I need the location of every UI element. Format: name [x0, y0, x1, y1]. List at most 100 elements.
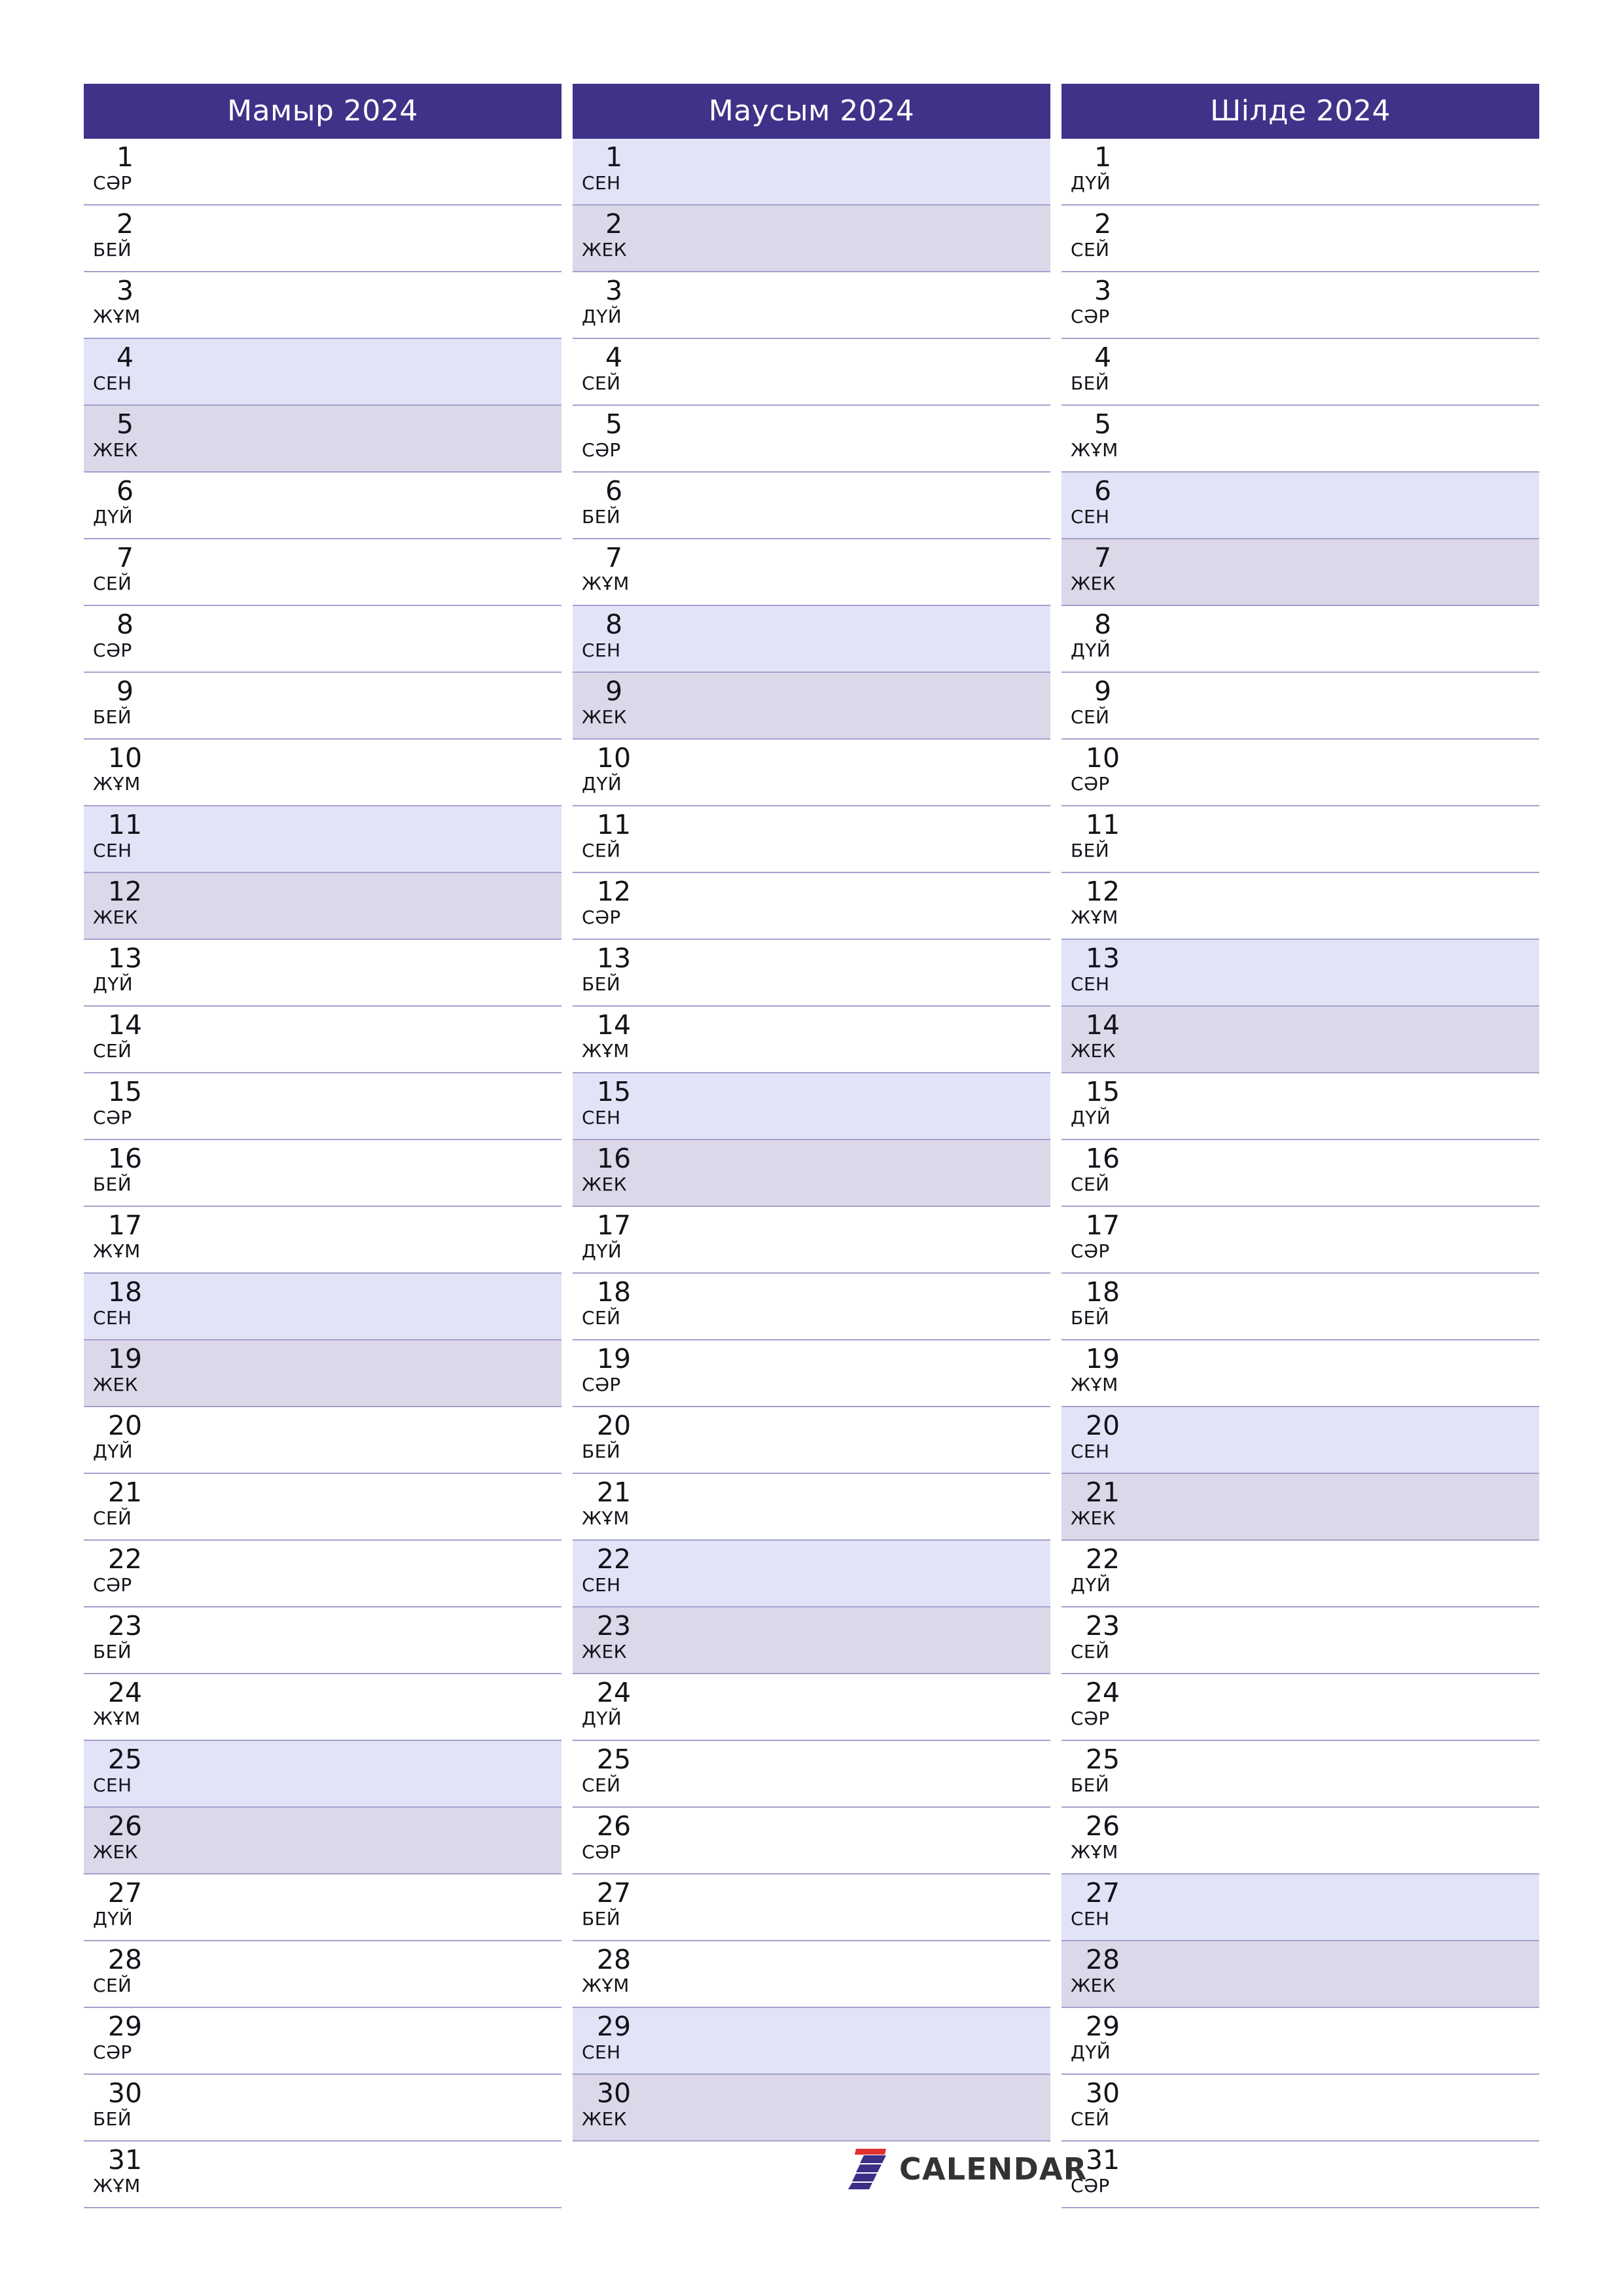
day-row[interactable]: 3 СӘР — [1061, 272, 1539, 339]
day-row[interactable]: 7 СЕЙ — [84, 539, 562, 606]
day-row[interactable]: 8 ДҮЙ — [1061, 606, 1539, 673]
day-row[interactable]: 9 СЕЙ — [1061, 673, 1539, 740]
day-row[interactable]: 28 ЖЕК — [1061, 1941, 1539, 2008]
day-row[interactable]: 4 БЕЙ — [1061, 339, 1539, 406]
day-row[interactable]: 25 СЕЙ — [573, 1741, 1050, 1808]
day-row[interactable]: 20 ДҮЙ — [84, 1407, 562, 1474]
day-row[interactable]: 13 ДҮЙ — [84, 940, 562, 1007]
day-row[interactable]: 13 БЕЙ — [573, 940, 1050, 1007]
day-row[interactable]: 27 БЕЙ — [573, 1874, 1050, 1941]
day-row[interactable]: 6 СЕН — [1061, 473, 1539, 539]
day-row[interactable]: 22 ДҮЙ — [1061, 1541, 1539, 1607]
day-row[interactable]: 25 СЕН — [84, 1741, 562, 1808]
day-row[interactable]: 27 СЕН — [1061, 1874, 1539, 1941]
day-number: 27 — [596, 1877, 632, 1909]
day-row[interactable]: 24 СӘР — [1061, 1674, 1539, 1741]
day-number: 26 — [1085, 1810, 1120, 1842]
day-row[interactable]: 5 ЖҰМ — [1061, 406, 1539, 473]
day-row[interactable]: 4 СЕН — [84, 339, 562, 406]
day-row[interactable]: 30 СЕЙ — [1061, 2075, 1539, 2142]
day-row[interactable]: 29 СЕН — [573, 2008, 1050, 2075]
day-row[interactable]: 24 ЖҰМ — [84, 1674, 562, 1741]
day-weekday-label: СЕЙ — [582, 1307, 621, 1329]
day-row[interactable]: 21 ЖЕК — [1061, 1474, 1539, 1541]
day-row[interactable]: 3 ДҮЙ — [573, 272, 1050, 339]
day-row[interactable]: 7 ЖЕК — [1061, 539, 1539, 606]
day-weekday-label: СӘР — [1071, 1240, 1110, 1262]
day-row[interactable]: 28 ЖҰМ — [573, 1941, 1050, 2008]
day-row[interactable]: 20 СЕН — [1061, 1407, 1539, 1474]
day-weekday-label: СӘР — [93, 639, 132, 661]
day-row[interactable]: 12 СӘР — [573, 873, 1050, 940]
day-row[interactable]: 23 СЕЙ — [1061, 1607, 1539, 1674]
day-row[interactable]: 9 ЖЕК — [573, 673, 1050, 740]
day-row[interactable]: 6 БЕЙ — [573, 473, 1050, 539]
day-row[interactable]: 30 ЖЕК — [573, 2075, 1050, 2142]
day-row[interactable]: 21 ЖҰМ — [573, 1474, 1050, 1541]
day-row[interactable]: 11 СЕЙ — [573, 806, 1050, 873]
day-row[interactable]: 2 СЕЙ — [1061, 206, 1539, 272]
day-row[interactable]: 12 ЖҰМ — [1061, 873, 1539, 940]
day-row[interactable]: 10 ЖҰМ — [84, 740, 562, 806]
day-row[interactable]: 14 СЕЙ — [84, 1007, 562, 1073]
day-row[interactable]: 16 ЖЕК — [573, 1140, 1050, 1207]
day-number: 2 — [605, 208, 623, 240]
day-row[interactable]: 15 СЕН — [573, 1073, 1050, 1140]
day-row[interactable]: 7 ЖҰМ — [573, 539, 1050, 606]
day-row[interactable]: 1 ДҮЙ — [1061, 139, 1539, 206]
day-row[interactable]: 12 ЖЕК — [84, 873, 562, 940]
day-row[interactable]: 2 ЖЕК — [573, 206, 1050, 272]
day-row[interactable]: 22 СЕН — [573, 1541, 1050, 1607]
day-weekday-label: ДҮЙ — [1071, 639, 1111, 661]
day-row[interactable]: 30 БЕЙ — [84, 2075, 562, 2142]
day-row[interactable]: 16 БЕЙ — [84, 1140, 562, 1207]
day-row[interactable]: 20 БЕЙ — [573, 1407, 1050, 1474]
day-row[interactable]: 29 ДҮЙ — [1061, 2008, 1539, 2075]
day-row[interactable]: 1 СӘР — [84, 139, 562, 206]
day-row[interactable]: 8 СӘР — [84, 606, 562, 673]
day-row[interactable]: 10 СӘР — [1061, 740, 1539, 806]
day-row[interactable]: 26 ЖҰМ — [1061, 1808, 1539, 1874]
day-row[interactable]: 19 СӘР — [573, 1340, 1050, 1407]
day-row[interactable]: 26 СӘР — [573, 1808, 1050, 1874]
day-row[interactable]: 23 ЖЕК — [573, 1607, 1050, 1674]
day-row[interactable]: 17 СӘР — [1061, 1207, 1539, 1274]
day-row[interactable]: 16 СЕЙ — [1061, 1140, 1539, 1207]
day-row[interactable]: 29 СӘР — [84, 2008, 562, 2075]
day-row[interactable]: 22 СӘР — [84, 1541, 562, 1607]
day-row[interactable]: 23 БЕЙ — [84, 1607, 562, 1674]
day-row[interactable]: 14 ЖЕК — [1061, 1007, 1539, 1073]
day-row[interactable]: 31 СӘР — [1061, 2142, 1539, 2208]
day-row[interactable]: 26 ЖЕК — [84, 1808, 562, 1874]
day-row[interactable]: 14 ЖҰМ — [573, 1007, 1050, 1073]
day-row[interactable]: 19 ЖҰМ — [1061, 1340, 1539, 1407]
day-row[interactable]: 28 СЕЙ — [84, 1941, 562, 2008]
day-row[interactable]: 18 СЕЙ — [573, 1274, 1050, 1340]
day-row[interactable]: 15 ДҮЙ — [1061, 1073, 1539, 1140]
day-row[interactable]: 2 БЕЙ — [84, 206, 562, 272]
day-row[interactable]: 11 СЕН — [84, 806, 562, 873]
day-row[interactable]: 3 ЖҰМ — [84, 272, 562, 339]
day-row[interactable]: 17 ЖҰМ — [84, 1207, 562, 1274]
day-row[interactable]: 5 СӘР — [573, 406, 1050, 473]
day-row[interactable]: 8 СЕН — [573, 606, 1050, 673]
day-row[interactable]: 24 ДҮЙ — [573, 1674, 1050, 1741]
day-row[interactable]: 13 СЕН — [1061, 940, 1539, 1007]
day-row[interactable]: 1 СЕН — [573, 139, 1050, 206]
day-row[interactable]: 31 ЖҰМ — [84, 2142, 562, 2208]
day-row[interactable]: 15 СӘР — [84, 1073, 562, 1140]
day-row[interactable]: 5 ЖЕК — [84, 406, 562, 473]
day-row[interactable]: 11 БЕЙ — [1061, 806, 1539, 873]
day-row[interactable]: 19 ЖЕК — [84, 1340, 562, 1407]
day-row[interactable]: 27 ДҮЙ — [84, 1874, 562, 1941]
day-row[interactable]: 10 ДҮЙ — [573, 740, 1050, 806]
day-row[interactable]: 4 СЕЙ — [573, 339, 1050, 406]
day-row[interactable]: 18 СЕН — [84, 1274, 562, 1340]
day-row[interactable]: 6 ДҮЙ — [84, 473, 562, 539]
day-weekday-label: ЖҰМ — [582, 1040, 630, 1062]
day-row[interactable]: 9 БЕЙ — [84, 673, 562, 740]
day-row[interactable]: 21 СЕЙ — [84, 1474, 562, 1541]
day-row[interactable]: 18 БЕЙ — [1061, 1274, 1539, 1340]
day-row[interactable]: 25 БЕЙ — [1061, 1741, 1539, 1808]
day-row[interactable]: 17 ДҮЙ — [573, 1207, 1050, 1274]
